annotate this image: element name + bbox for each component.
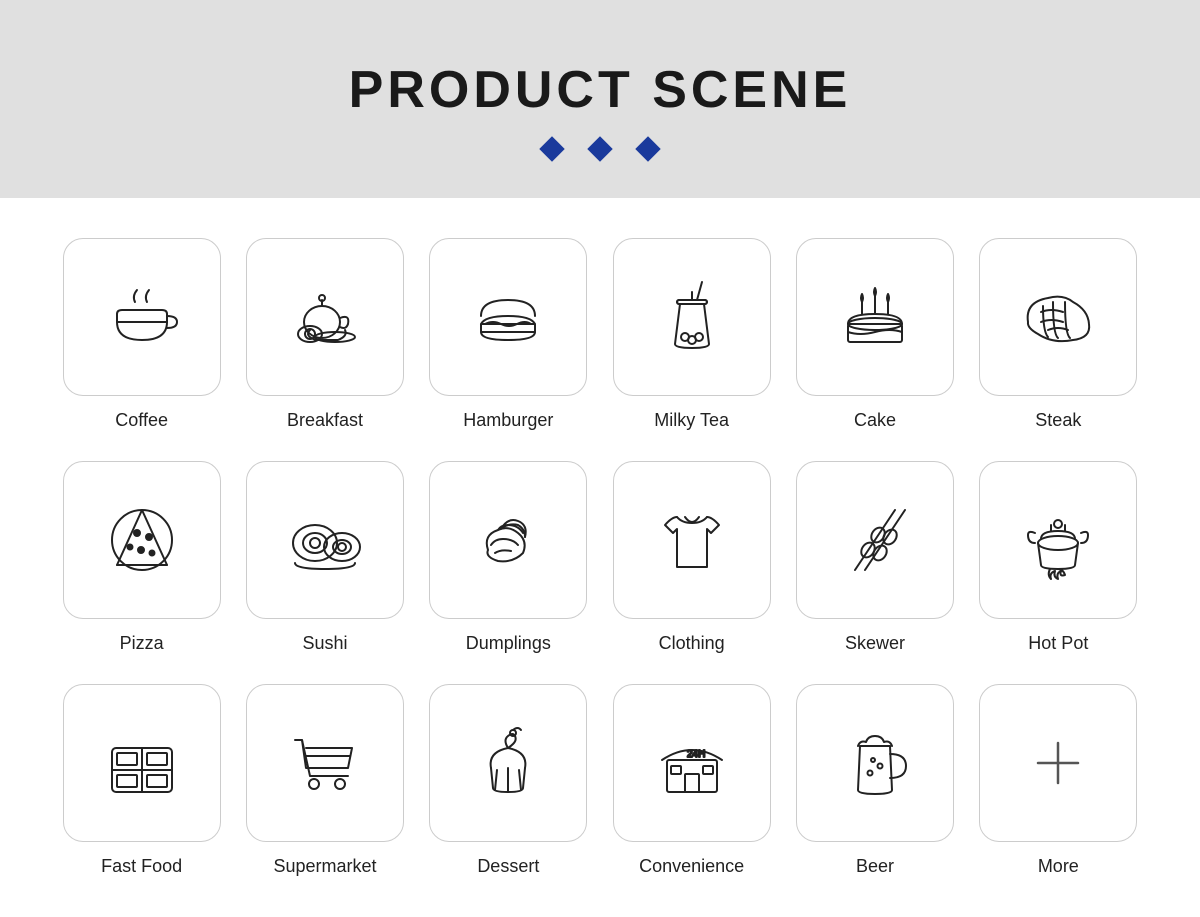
supermarket-label: Supermarket — [273, 856, 376, 877]
category-item-skewer[interactable]: Skewer — [793, 461, 956, 654]
pizza-label: Pizza — [120, 633, 164, 654]
hot-pot-icon — [1013, 495, 1103, 585]
clothing-icon-box — [613, 461, 771, 619]
fast-food-label: Fast Food — [101, 856, 182, 877]
steak-icon-box — [979, 238, 1137, 396]
diamond-icon-2 — [587, 136, 612, 161]
steak-label: Steak — [1035, 410, 1081, 431]
beer-icon — [830, 718, 920, 808]
category-item-more[interactable]: More — [977, 684, 1140, 877]
dumplings-label: Dumplings — [466, 633, 551, 654]
category-item-coffee[interactable]: Coffee — [60, 238, 223, 431]
category-item-supermarket[interactable]: Supermarket — [243, 684, 406, 877]
dessert-icon-box — [429, 684, 587, 842]
steak-icon — [1013, 272, 1103, 362]
category-item-sushi[interactable]: Sushi — [243, 461, 406, 654]
convenience-icon: 24H — [647, 718, 737, 808]
svg-text:24H: 24H — [687, 749, 705, 760]
cake-icon-box — [796, 238, 954, 396]
hamburger-label: Hamburger — [463, 410, 553, 431]
category-grid: Coffee Breakfast — [60, 238, 1140, 877]
more-icon — [1013, 718, 1103, 808]
milky-tea-icon — [647, 272, 737, 362]
hot-pot-label: Hot Pot — [1028, 633, 1088, 654]
category-item-milky-tea[interactable]: Milky Tea — [610, 238, 773, 431]
page-title: PRODUCT SCENE — [20, 60, 1180, 120]
category-item-hamburger[interactable]: Hamburger — [427, 238, 590, 431]
page-header: PRODUCT SCENE — [0, 0, 1200, 198]
category-grid-section: Coffee Breakfast — [0, 198, 1200, 917]
milky-tea-label: Milky Tea — [654, 410, 729, 431]
dumplings-icon-box — [429, 461, 587, 619]
category-item-cake[interactable]: Cake — [793, 238, 956, 431]
category-item-pizza[interactable]: Pizza — [60, 461, 223, 654]
pizza-icon-box — [63, 461, 221, 619]
coffee-icon-box — [63, 238, 221, 396]
dessert-icon — [463, 718, 553, 808]
category-item-hot-pot[interactable]: Hot Pot — [977, 461, 1140, 654]
breakfast-label: Breakfast — [287, 410, 363, 431]
breakfast-icon-box — [246, 238, 404, 396]
sushi-icon-box — [246, 461, 404, 619]
diamond-icon-3 — [635, 136, 660, 161]
supermarket-icon-box — [246, 684, 404, 842]
milky-tea-icon-box — [613, 238, 771, 396]
clothing-icon — [647, 495, 737, 585]
coffee-label: Coffee — [115, 410, 168, 431]
sushi-icon — [280, 495, 370, 585]
convenience-icon-box: 24H — [613, 684, 771, 842]
skewer-icon-box — [796, 461, 954, 619]
category-item-steak[interactable]: Steak — [977, 238, 1140, 431]
more-label: More — [1038, 856, 1079, 877]
skewer-icon — [830, 495, 920, 585]
coffee-icon — [97, 272, 187, 362]
category-item-dumplings[interactable]: Dumplings — [427, 461, 590, 654]
beer-label: Beer — [856, 856, 894, 877]
clothing-label: Clothing — [659, 633, 725, 654]
dumplings-icon — [463, 495, 553, 585]
hamburger-icon — [463, 272, 553, 362]
cake-label: Cake — [854, 410, 896, 431]
category-item-convenience[interactable]: 24H Convenience — [610, 684, 773, 877]
hamburger-icon-box — [429, 238, 587, 396]
supermarket-icon — [280, 718, 370, 808]
decorative-diamonds — [20, 140, 1180, 158]
category-item-fast-food[interactable]: Fast Food — [60, 684, 223, 877]
more-icon-box — [979, 684, 1137, 842]
breakfast-icon — [280, 272, 370, 362]
dessert-label: Dessert — [477, 856, 539, 877]
beer-icon-box — [796, 684, 954, 842]
category-item-dessert[interactable]: Dessert — [427, 684, 590, 877]
diamond-icon-1 — [539, 136, 564, 161]
category-item-beer[interactable]: Beer — [793, 684, 956, 877]
skewer-label: Skewer — [845, 633, 905, 654]
category-item-breakfast[interactable]: Breakfast — [243, 238, 406, 431]
pizza-icon — [97, 495, 187, 585]
fast-food-icon-box — [63, 684, 221, 842]
fast-food-icon — [97, 718, 187, 808]
sushi-label: Sushi — [302, 633, 347, 654]
category-item-clothing[interactable]: Clothing — [610, 461, 773, 654]
cake-icon — [830, 272, 920, 362]
convenience-label: Convenience — [639, 856, 744, 877]
hot-pot-icon-box — [979, 461, 1137, 619]
